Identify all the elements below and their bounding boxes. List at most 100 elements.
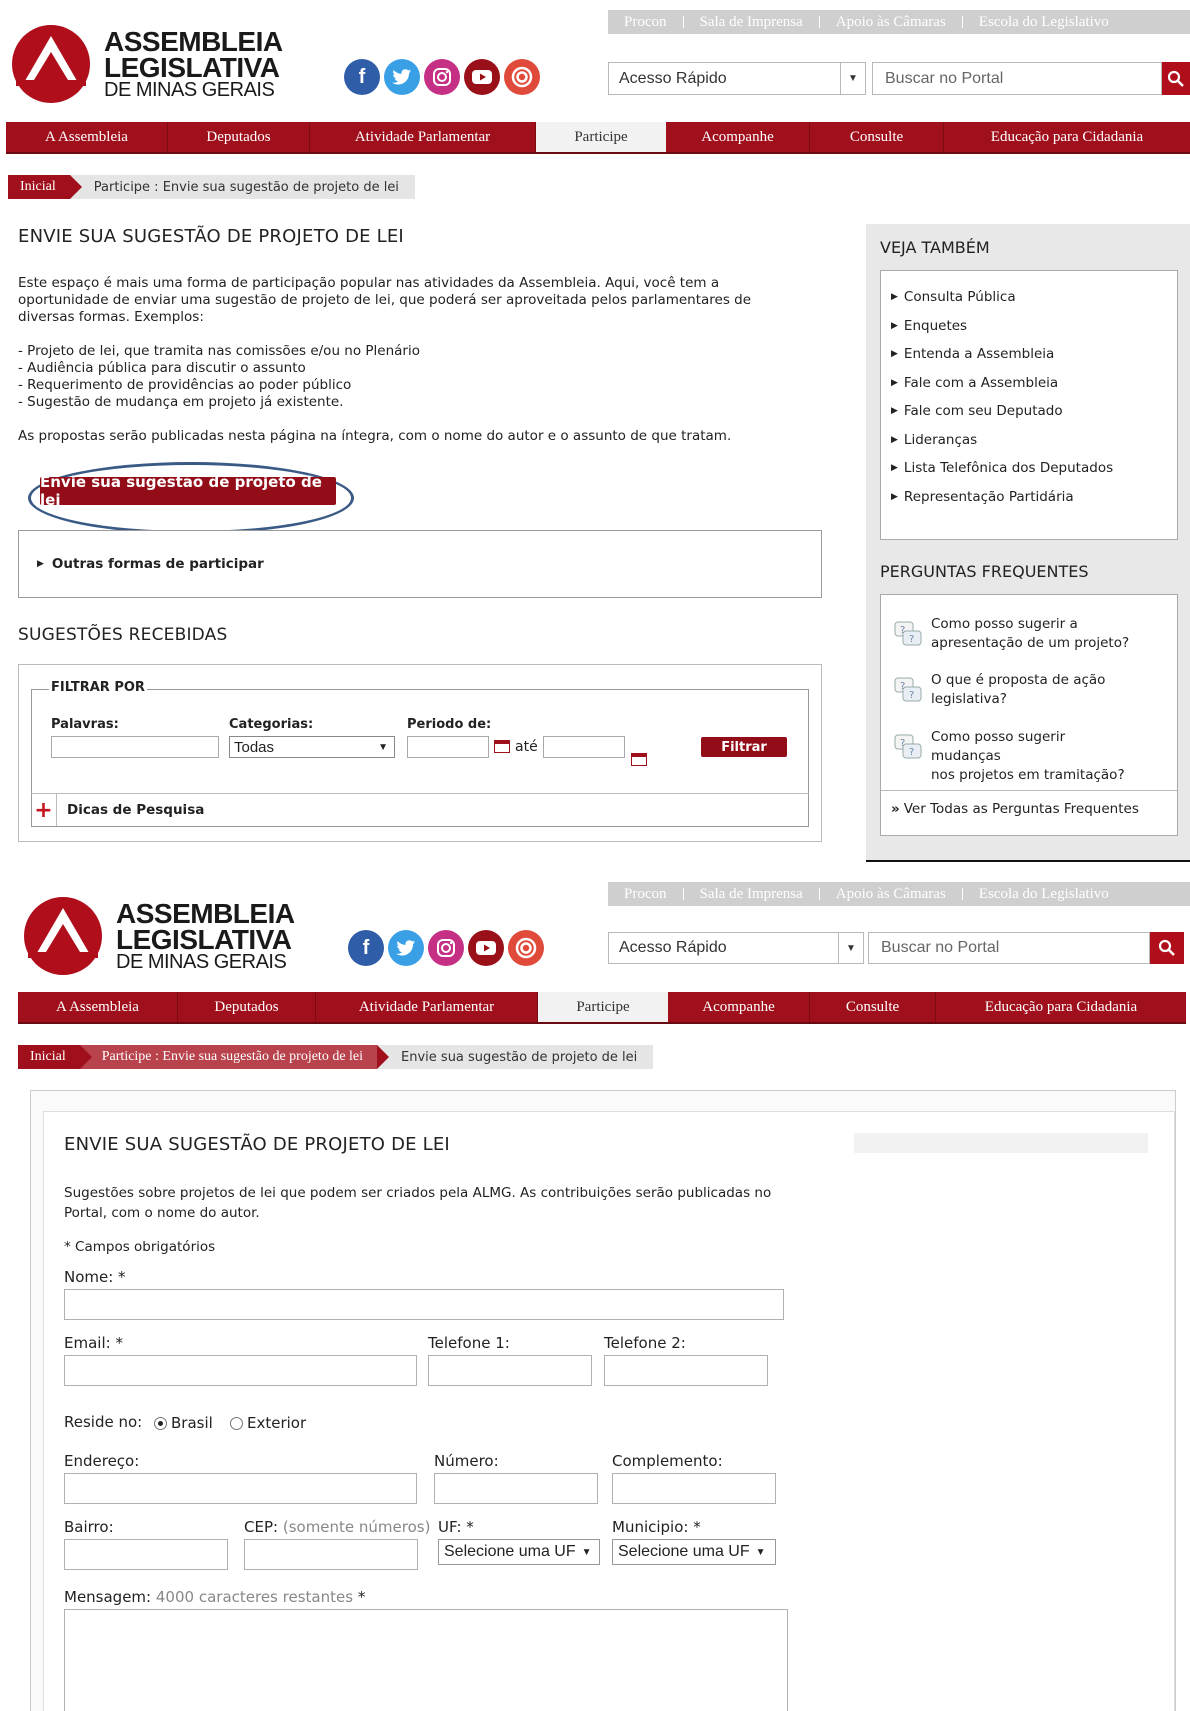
nav-consulte[interactable]: Consulte: [810, 122, 944, 152]
youtube-icon[interactable]: [464, 59, 500, 95]
faq-item[interactable]: ?? O que é proposta de ação legislativa?: [881, 671, 1131, 709]
plus-icon: +: [31, 794, 57, 826]
facebook-icon[interactable]: f: [344, 59, 380, 95]
chevron-down-icon: ▼: [581, 1546, 592, 1558]
submit-suggestion-button[interactable]: Envie sua sugestão de projeto de lei: [40, 473, 336, 509]
search-icon: [1167, 70, 1184, 87]
top-link-apoio-camaras[interactable]: Apoio às Câmaras: [820, 886, 962, 903]
nome-input[interactable]: [64, 1289, 784, 1320]
nav-a-assembleia[interactable]: A Assembleia: [18, 992, 178, 1022]
logo-line-1: ASSEMBLEIA: [116, 898, 295, 930]
numero-label: Número:: [434, 1452, 499, 1470]
facebook-icon[interactable]: f: [348, 930, 384, 966]
sidebar-link[interactable]: ▶ Representação Partidária: [881, 483, 1177, 512]
uf-select[interactable]: Selecione uma UF ▼: [438, 1539, 600, 1565]
sidebar-link[interactable]: ▶ Entenda a Assembleia: [881, 340, 1177, 369]
faq-item[interactable]: ?? Como posso sugerir a apresentação de u…: [881, 615, 1131, 653]
quick-access-select[interactable]: Acesso Rápido ▼: [608, 932, 864, 964]
instagram-icon[interactable]: [424, 59, 460, 95]
mensagem-textarea[interactable]: [64, 1609, 788, 1711]
nav-educacao-cidadania[interactable]: Educação para Cidadania: [944, 122, 1190, 152]
screen-1: Procon Sala de Imprensa Apoio às Câmaras…: [0, 0, 1190, 862]
telefone2-input[interactable]: [604, 1355, 768, 1386]
search-button[interactable]: [1162, 62, 1190, 95]
faq-item[interactable]: ?? Como posso sugerir mudanças nos projet…: [881, 728, 1131, 785]
target-icon[interactable]: [508, 930, 544, 966]
filter-button[interactable]: Filtrar: [701, 737, 787, 757]
cep-label: CEP: (somente números): [244, 1518, 431, 1536]
top-link-escola-legislativo[interactable]: Escola do Legislativo: [963, 886, 1125, 903]
calendar-icon[interactable]: [494, 740, 510, 753]
categorias-select[interactable]: Todas ▼: [229, 736, 395, 758]
target-icon[interactable]: [504, 59, 540, 95]
top-link-procon[interactable]: Procon: [608, 14, 683, 31]
reside-exterior-radio[interactable]: Exterior: [230, 1414, 306, 1432]
veja-tambem-title: VEJA TAMBÉM: [880, 238, 990, 257]
breadcrumb-middle[interactable]: Participe : Envie sua sugestão de projet…: [79, 1045, 390, 1069]
chevron-down-icon: ▼: [838, 933, 863, 963]
svg-text:?: ?: [900, 738, 905, 749]
faq-question-icon: ??: [894, 734, 922, 759]
calendar-icon[interactable]: [631, 753, 647, 766]
site-logo[interactable]: ASSEMBLEIA LEGISLATIVA DE MINAS GERAIS: [18, 896, 295, 976]
complemento-input[interactable]: [612, 1473, 776, 1504]
nav-acompanhe[interactable]: Acompanhe: [666, 122, 810, 152]
nav-atividade-parlamentar[interactable]: Atividade Parlamentar: [310, 122, 536, 152]
nav-acompanhe[interactable]: Acompanhe: [668, 992, 810, 1022]
endereco-input[interactable]: [64, 1473, 417, 1504]
screen-2: Procon Sala de Imprensa Apoio às Câmaras…: [0, 872, 1190, 1711]
instagram-icon[interactable]: [428, 930, 464, 966]
nav-educacao-cidadania[interactable]: Educação para Cidadania: [936, 992, 1186, 1022]
nav-participe[interactable]: Participe: [536, 122, 666, 152]
quick-access-select[interactable]: Acesso Rápido ▼: [608, 62, 866, 95]
top-link-sala-de-imprensa[interactable]: Sala de Imprensa: [684, 886, 819, 903]
site-logo[interactable]: ASSEMBLEIA LEGISLATIVA DE MINAS GERAIS: [6, 24, 283, 104]
numero-input[interactable]: [434, 1473, 598, 1504]
main-nav: A Assembleia Deputados Atividade Parlame…: [6, 122, 1190, 154]
endereco-label: Endereço:: [64, 1452, 140, 1470]
top-link-apoio-camaras[interactable]: Apoio às Câmaras: [820, 14, 962, 31]
top-link-procon[interactable]: Procon: [608, 886, 683, 903]
nav-deputados[interactable]: Deputados: [178, 992, 316, 1022]
periodo-start-input[interactable]: [407, 736, 489, 758]
other-ways-panel[interactable]: ▶ Outras formas de participar: [18, 530, 822, 598]
twitter-icon[interactable]: [388, 930, 424, 966]
palavras-input[interactable]: [51, 736, 219, 758]
top-link-sala-de-imprensa[interactable]: Sala de Imprensa: [684, 14, 819, 31]
sidebar-link[interactable]: ▶ Lista Telefônica dos Deputados: [881, 454, 1177, 483]
breadcrumb-home[interactable]: Inicial: [18, 1045, 92, 1069]
search-input[interactable]: Buscar no Portal: [872, 62, 1162, 95]
sidebar-link[interactable]: ▶ Fale com seu Deputado: [881, 397, 1177, 426]
email-input[interactable]: [64, 1355, 417, 1386]
tips-row[interactable]: + Dicas de Pesquisa: [31, 794, 809, 826]
nav-deputados[interactable]: Deputados: [168, 122, 310, 152]
municipio-select[interactable]: Selecione uma UF ▼: [612, 1539, 776, 1565]
required-note: * Campos obrigatórios: [64, 1239, 216, 1255]
nav-a-assembleia[interactable]: A Assembleia: [6, 122, 168, 152]
nav-atividade-parlamentar[interactable]: Atividade Parlamentar: [316, 992, 538, 1022]
reside-label: Reside no:: [64, 1413, 143, 1431]
email-label: Email: *: [64, 1334, 123, 1352]
bairro-input[interactable]: [64, 1539, 228, 1570]
periodo-end-input[interactable]: [543, 736, 625, 758]
breadcrumb-home[interactable]: Inicial: [8, 175, 82, 199]
nav-consulte[interactable]: Consulte: [810, 992, 936, 1022]
search-input[interactable]: Buscar no Portal: [868, 932, 1150, 964]
nav-participe[interactable]: Participe: [538, 992, 668, 1022]
sidebar-link[interactable]: ▶ Enquetes: [881, 312, 1177, 341]
sidebar-link[interactable]: ▶ Consulta Pública: [881, 283, 1177, 312]
reside-brasil-radio[interactable]: Brasil: [154, 1414, 213, 1432]
faq-all-link[interactable]: » Ver Todas as Perguntas Frequentes: [891, 801, 1139, 817]
other-ways-label: Outras formas de participar: [51, 556, 264, 572]
svg-text:?: ?: [909, 747, 914, 758]
search-button[interactable]: [1150, 932, 1184, 964]
top-link-escola-legislativo[interactable]: Escola do Legislativo: [963, 14, 1125, 31]
telefone1-input[interactable]: [428, 1355, 592, 1386]
sidebar-link[interactable]: ▶ Fale com a Assembleia: [881, 369, 1177, 398]
triangle-right-icon: ▶: [891, 406, 898, 417]
cep-input[interactable]: [244, 1539, 418, 1570]
triangle-right-icon: ▶: [891, 491, 898, 502]
sidebar-link[interactable]: ▶ Lideranças: [881, 426, 1177, 455]
youtube-icon[interactable]: [468, 930, 504, 966]
twitter-icon[interactable]: [384, 59, 420, 95]
